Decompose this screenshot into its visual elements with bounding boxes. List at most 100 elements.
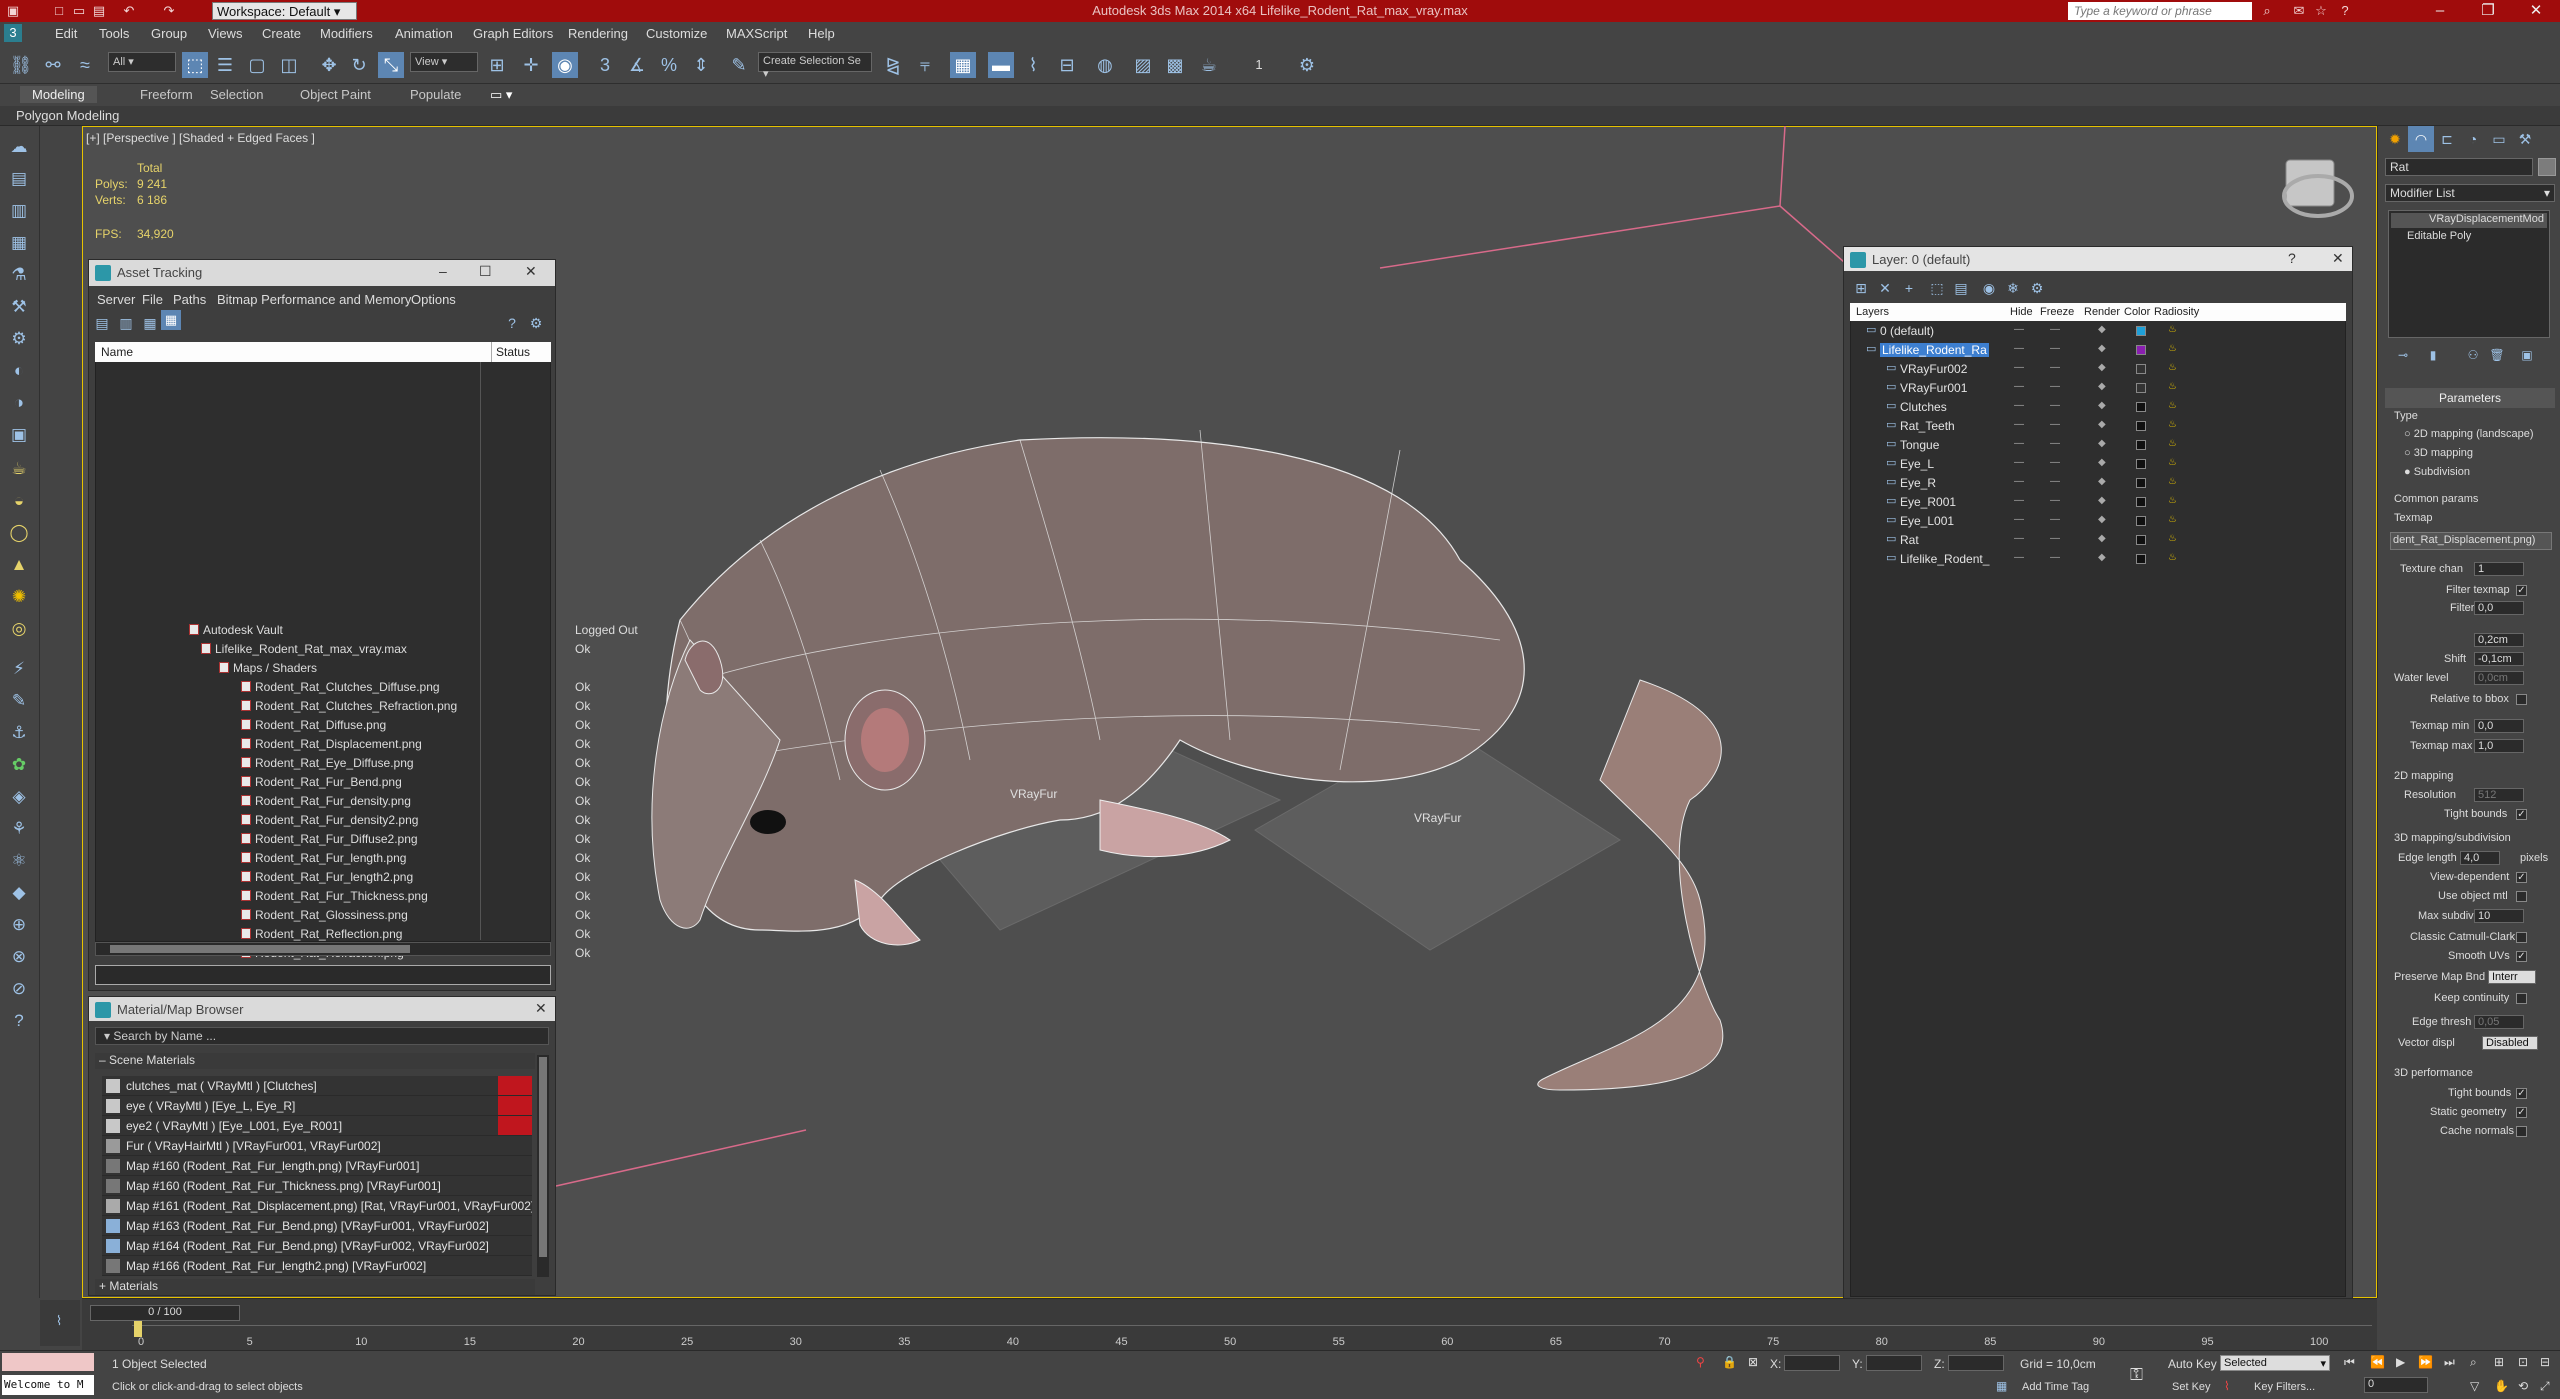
mini-curve-toggle[interactable]: ⌇ — [40, 1300, 80, 1346]
pin-stack-icon[interactable]: ⊸ — [2390, 342, 2416, 368]
fov-icon[interactable]: ▽ — [2470, 1379, 2479, 1393]
key-icon[interactable]: ⚿ — [2130, 1365, 2143, 1385]
asset-row[interactable]: Rodent_Rat_Glossiness.png Ok — [185, 906, 637, 925]
y-coordinate-field[interactable] — [1866, 1355, 1922, 1371]
configure-sets-icon[interactable]: ▣ — [2514, 342, 2540, 368]
material-browser-titlebar[interactable]: Material/Map Browser ✕ — [89, 997, 555, 1021]
layer-color-swatch[interactable] — [2136, 535, 2146, 545]
hide-toggle-icon[interactable]: — — [2014, 400, 2024, 411]
layer-row[interactable]: ▭ VRayFur002 — — ◆ ♨ — [1854, 360, 2177, 379]
maximize-icon[interactable]: ☐ — [479, 263, 492, 280]
vector-displ-dropdown[interactable]: Disabled — [2482, 1036, 2538, 1050]
maximize-viewport-icon[interactable]: ⤢ — [2540, 1379, 2550, 1394]
freeze-toggle-icon[interactable]: — — [2050, 514, 2060, 525]
maxscript-listener[interactable]: Welcome to M — [2, 1375, 94, 1395]
freeze-toggle-icon[interactable]: — — [2050, 381, 2060, 392]
motion-tab-icon[interactable]: ◔ — [2460, 126, 2486, 152]
hide-toggle-icon[interactable]: — — [2014, 552, 2024, 563]
col-layers[interactable]: Layers — [1856, 306, 1889, 318]
layer-color-swatch[interactable] — [2136, 440, 2146, 450]
make-unique-icon[interactable]: ⚇ — [2460, 342, 2486, 368]
max-subdivs-spinner[interactable]: 10 — [2474, 909, 2524, 923]
layer-color-swatch[interactable] — [2136, 516, 2146, 526]
water-level-spinner[interactable]: 0,0cm — [2474, 671, 2524, 685]
material-item[interactable]: clutches_mat ( VRayMtl ) [Clutches] — [102, 1076, 532, 1096]
x-coordinate-field[interactable] — [1784, 1355, 1840, 1371]
select-in-layer-icon[interactable]: ⬚ — [1924, 275, 1950, 301]
radiosity-toggle-icon[interactable]: ♨ — [2168, 400, 2177, 411]
material-item[interactable]: Map #164 (Rodent_Rat_Fur_Bend.png) [VRay… — [102, 1236, 532, 1256]
freeze-toggle-icon[interactable]: — — [2050, 495, 2060, 506]
freeze-toggle-icon[interactable]: — — [2050, 533, 2060, 544]
layer-row[interactable]: ▭ Clutches — — ◆ ♨ — [1854, 398, 2177, 417]
asset-row[interactable]: Rodent_Rat_Clutches_Diffuse.png Ok — [185, 678, 637, 697]
minimize-icon[interactable]: – — [439, 263, 447, 279]
hide-toggle-icon[interactable]: — — [2014, 476, 2024, 487]
render-toggle-icon[interactable]: ◆ — [2098, 514, 2106, 525]
layer-row[interactable]: ▭ Eye_L — — ◆ ♨ — [1854, 455, 2177, 474]
asset-hscrollbar[interactable] — [95, 942, 551, 956]
render-toggle-icon[interactable]: ◆ — [2098, 495, 2106, 506]
hide-toggle-icon[interactable]: — — [2014, 514, 2024, 525]
render-toggle-icon[interactable]: ◆ — [2098, 362, 2106, 373]
perf-tight-bounds-checkbox[interactable]: ✓ — [2516, 1088, 2527, 1099]
utilities-tab-icon[interactable]: ⚒ — [2512, 126, 2538, 152]
radiosity-toggle-icon[interactable]: ♨ — [2168, 381, 2177, 392]
hide-toggle-icon[interactable]: — — [2014, 343, 2024, 354]
at-table-view-icon[interactable]: ▦ — [161, 310, 181, 330]
col-freeze[interactable]: Freeze — [2040, 306, 2074, 318]
freeze-toggle-icon[interactable]: — — [2050, 362, 2060, 373]
previous-frame-icon[interactable]: ⏪ — [2370, 1355, 2385, 1369]
radiosity-toggle-icon[interactable]: ♨ — [2168, 457, 2177, 468]
hide-toggle-icon[interactable]: — — [2014, 362, 2024, 373]
go-to-end-icon[interactable]: ⏭ — [2444, 1355, 2455, 1370]
material-item[interactable]: eye ( VRayMtl ) [Eye_L, Eye_R] — [102, 1096, 532, 1116]
col-name[interactable]: Name — [101, 345, 133, 359]
hierarchy-tab-icon[interactable]: ⊏ — [2434, 126, 2460, 152]
asset-tracking-titlebar[interactable]: Asset Tracking – ☐ ✕ — [89, 260, 555, 286]
asset-row[interactable]: Rodent_Rat_Fur_density.png Ok — [185, 792, 637, 811]
material-item[interactable]: Map #160 (Rodent_Rat_Fur_length.png) [VR… — [102, 1156, 532, 1176]
scroll-thumb[interactable] — [539, 1057, 547, 1257]
delete-layer-icon[interactable]: ✕ — [1872, 275, 1898, 301]
radiosity-toggle-icon[interactable]: ♨ — [2168, 362, 2177, 373]
pan-icon[interactable]: ✋ — [2494, 1379, 2509, 1393]
relative-bbox-checkbox[interactable] — [2516, 694, 2527, 705]
stack-item-editable-poly[interactable]: Editable Poly — [2391, 230, 2547, 245]
render-toggle-icon[interactable]: ◆ — [2098, 419, 2106, 430]
create-layer-icon[interactable]: ⊞ — [1848, 275, 1874, 301]
layer-color-swatch[interactable] — [2136, 326, 2146, 336]
asset-row[interactable]: Rodent_Rat_Eye_Diffuse.png Ok — [185, 754, 637, 773]
texture-chan-spinner[interactable]: 1 — [2474, 562, 2524, 576]
freeze-toggle-icon[interactable]: — — [2050, 400, 2060, 411]
asset-row[interactable]: Autodesk Vault Logged Out — [185, 621, 638, 640]
cache-normals-checkbox[interactable] — [2516, 1126, 2527, 1137]
edge-thresh-spinner[interactable]: 0,05 — [2474, 1015, 2524, 1029]
freeze-toggle-icon[interactable]: — — [2050, 552, 2060, 563]
render-toggle-icon[interactable]: ◆ — [2098, 343, 2106, 354]
asset-row[interactable]: Rodent_Rat_Fur_length2.png Ok — [185, 868, 637, 887]
hide-toggle-icon[interactable]: — — [2014, 438, 2024, 449]
layer-row[interactable]: ▭ Rat_Teeth — — ◆ ♨ — [1854, 417, 2177, 436]
view-dependent-checkbox[interactable]: ✓ — [2516, 872, 2527, 883]
keep-continuity-checkbox[interactable] — [2516, 993, 2527, 1004]
material-item[interactable]: Fur ( VRayHairMtl ) [VRayFur001, VRayFur… — [102, 1136, 532, 1156]
at-help-icon[interactable]: ? — [499, 310, 525, 336]
at-settings-icon[interactable]: ⚙ — [523, 310, 549, 336]
help-icon[interactable]: ? — [2288, 250, 2296, 266]
hide-toggle-icon[interactable]: — — [2014, 324, 2024, 335]
current-frame-field[interactable]: 0 — [2364, 1377, 2428, 1393]
modifier-list-dropdown[interactable]: Modifier List ▾ — [2385, 184, 2555, 202]
maxscript-mini-listener-pink[interactable] — [2, 1353, 94, 1371]
asset-row[interactable]: Rodent_Rat_Fur_length.png Ok — [185, 849, 637, 868]
asset-path-field[interactable] — [95, 965, 551, 985]
material-search-input[interactable]: ▾ Search by Name ... — [95, 1027, 549, 1045]
layer-row[interactable]: ▭ Rat — — ◆ ♨ — [1854, 531, 2177, 550]
at-menu-server[interactable]: Server — [97, 292, 135, 307]
layer-color-swatch[interactable] — [2136, 478, 2146, 488]
col-radiosity[interactable]: Radiosity — [2154, 306, 2199, 318]
asset-row[interactable]: Maps / Shaders — [185, 659, 637, 678]
radiosity-toggle-icon[interactable]: ♨ — [2168, 476, 2177, 487]
amount-spinner[interactable]: 0,2cm — [2474, 633, 2524, 647]
isolate-selection-icon[interactable]: ⚲ — [1696, 1355, 1705, 1369]
